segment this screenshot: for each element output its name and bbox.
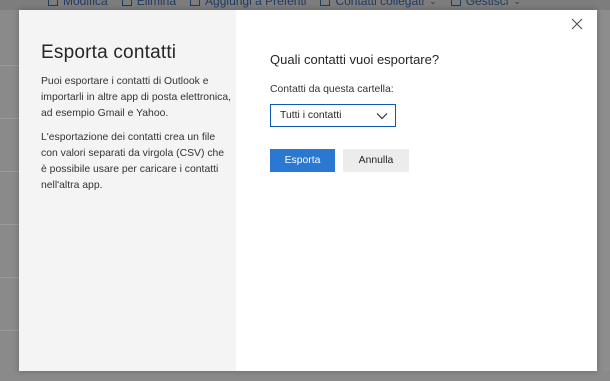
close-icon: [571, 18, 583, 30]
folder-select[interactable]: Tutti i contatti: [270, 104, 396, 127]
close-button[interactable]: [569, 16, 585, 32]
export-question: Quali contatti vuoi esportare?: [270, 52, 440, 67]
toolbar-manage-button[interactable]: Gestisci ⌄: [450, 0, 521, 8]
toolbar-linked-contacts-label: Contatti collegati: [335, 0, 425, 8]
background-divider: [0, 171, 19, 172]
background-divider: [0, 277, 19, 278]
background-bottom-area: [0, 371, 610, 381]
edit-icon: [48, 0, 58, 6]
background-divider: [0, 224, 19, 225]
dialog-title: Esporta contatti: [41, 42, 177, 63]
toolbar-edit-label: Modifica: [63, 0, 108, 8]
toolbar-delete-label: Elimina: [136, 0, 177, 8]
toolbar-favorites-button[interactable]: Aggiungi a Preferiti: [190, 0, 306, 8]
toolbar-delete-button[interactable]: Elimina: [121, 0, 177, 8]
star-add-icon: [190, 0, 201, 6]
trash-icon: [121, 0, 132, 6]
toolbar-edit-button[interactable]: Modifica: [48, 0, 108, 8]
link-icon: [320, 0, 331, 6]
background-divider: [0, 65, 19, 66]
cancel-button[interactable]: Annulla: [343, 149, 409, 172]
dialog-info-pane: Esporta contatti Puoi esportare i contat…: [19, 10, 236, 371]
dialog-description-csv: L'esportazione dei contatti crea un file…: [41, 132, 225, 191]
dialog-description: Puoi esportare i contatti di Outlook e i…: [41, 76, 232, 119]
toolbar-manage-label: Gestisci: [465, 0, 509, 8]
background-toolbar: Modifica Elimina Aggiungi a Preferiti Co…: [0, 0, 610, 10]
chevron-down-icon: [376, 113, 388, 120]
folder-select-label: Contatti da questa cartella:: [270, 84, 394, 95]
manage-icon: [450, 0, 461, 6]
background-divider: [0, 118, 19, 119]
background-divider: [0, 330, 19, 331]
export-button[interactable]: Esporta: [270, 149, 335, 172]
background-list: [0, 10, 19, 381]
chevron-down-icon: ⌄: [513, 0, 521, 6]
chevron-down-icon: ⌄: [429, 0, 437, 6]
toolbar-favorites-label: Aggiungi a Preferiti: [205, 0, 307, 8]
folder-select-value: Tutti i contatti: [280, 110, 342, 121]
export-contacts-dialog: Esporta contatti Puoi esportare i contat…: [19, 10, 597, 371]
background-right-area: [597, 10, 610, 381]
toolbar-linked-contacts-button[interactable]: Contatti collegati ⌄: [320, 0, 437, 8]
